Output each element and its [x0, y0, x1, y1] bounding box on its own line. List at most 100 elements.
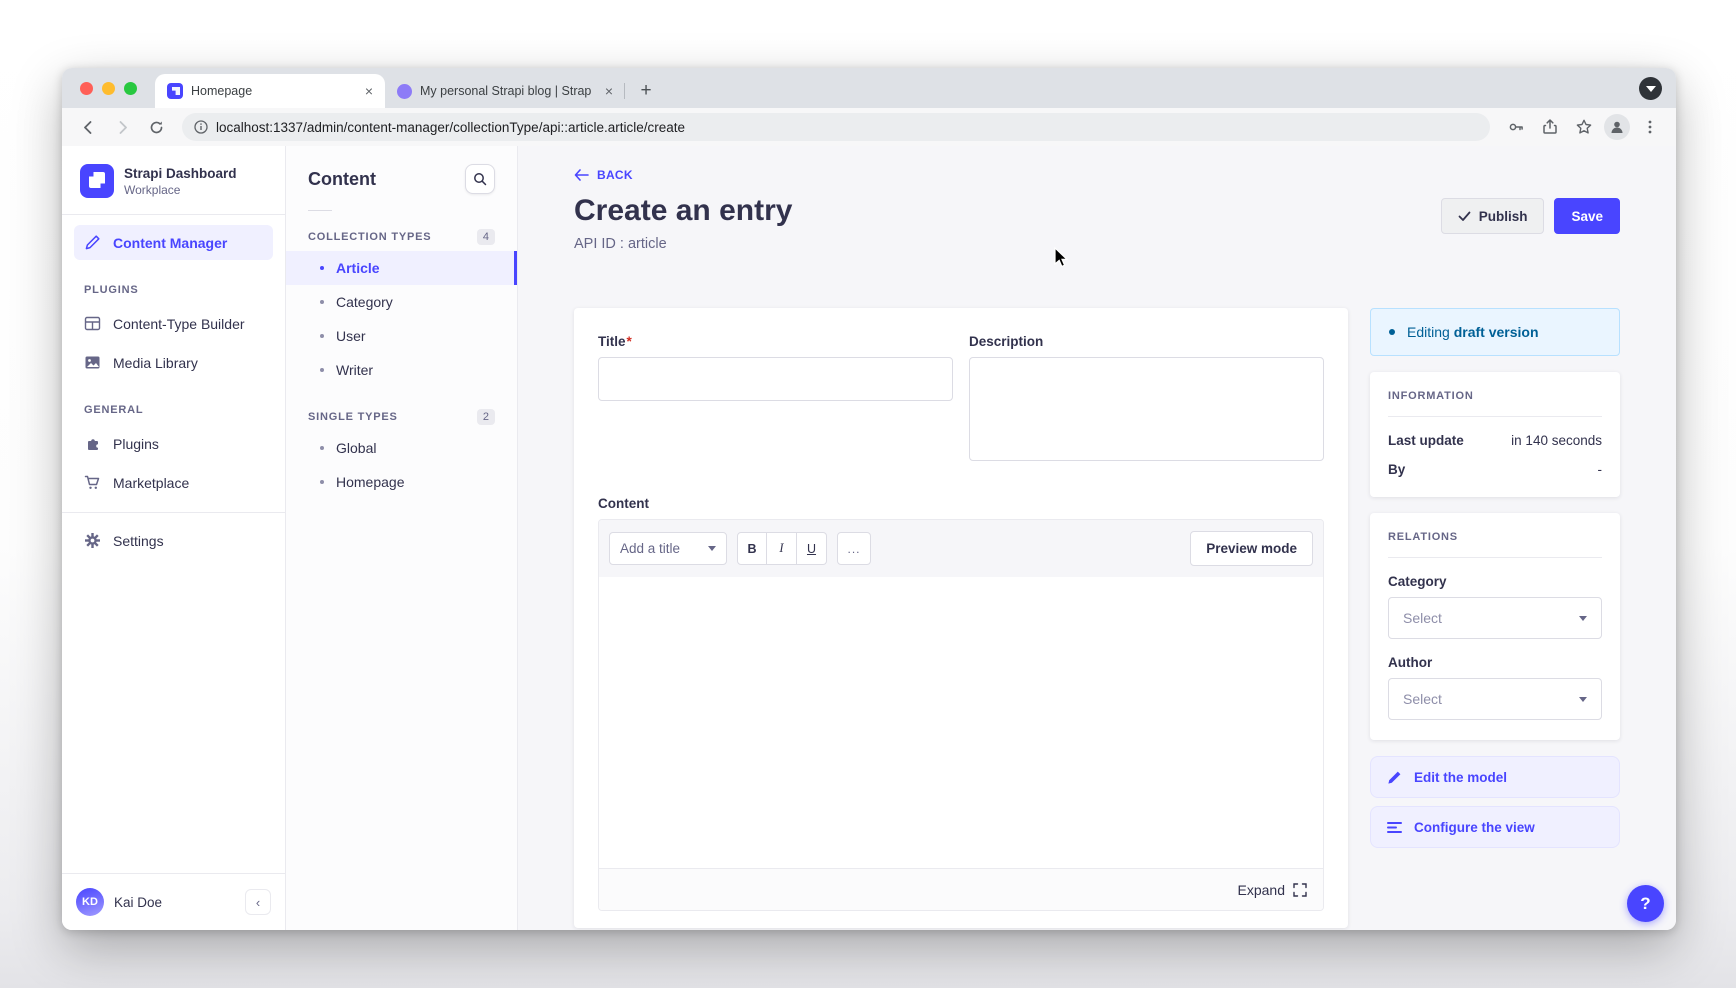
sidebar-item-content-type-builder[interactable]: Content-Type Builder: [74, 306, 273, 341]
content-field-label: Content: [598, 496, 1324, 511]
tab-blog[interactable]: My personal Strapi blog | Strap ×: [385, 74, 625, 108]
title-input[interactable]: [598, 357, 953, 401]
browser-profile-avatar[interactable]: [1604, 114, 1630, 140]
share-icon[interactable]: [1536, 113, 1564, 141]
collection-types-label: COLLECTION TYPES: [308, 231, 431, 243]
tab-title: My personal Strapi blog | Strap: [420, 84, 597, 98]
settings-lines-icon: [1387, 821, 1402, 834]
browser-menu-icon[interactable]: [1636, 113, 1664, 141]
information-title: INFORMATION: [1388, 390, 1602, 402]
by-value: -: [1598, 462, 1603, 477]
richtext-editor: Add a title B I U ... Preview mode: [598, 519, 1324, 911]
collection-types-count: 4: [477, 229, 495, 245]
subnav-item-category[interactable]: Category: [286, 285, 517, 319]
editor-textarea[interactable]: [599, 577, 1323, 868]
check-icon: [1458, 211, 1471, 222]
required-asterisk: *: [627, 334, 632, 349]
author-label: Author: [1388, 655, 1602, 670]
save-button[interactable]: Save: [1554, 198, 1620, 234]
chevron-down-icon: [1579, 616, 1587, 621]
workspace-brand[interactable]: Strapi Dashboard Workplace: [62, 146, 285, 214]
pencil-icon: [1387, 770, 1402, 785]
sidebar-item-media-library[interactable]: Media Library: [74, 345, 273, 380]
relations-title: RELATIONS: [1388, 531, 1602, 543]
entry-form-card: Title* Description Content: [574, 308, 1348, 928]
user-row[interactable]: KD Kai Doe ‹: [62, 873, 285, 930]
mouse-cursor: [1053, 247, 1073, 274]
chevron-down-icon: [708, 546, 716, 551]
close-tab-icon[interactable]: ×: [605, 84, 613, 98]
info-icon[interactable]: [194, 120, 208, 134]
subnav-item-article[interactable]: Article: [286, 251, 517, 285]
last-update-row: Last update in 140 seconds: [1388, 433, 1602, 448]
search-button[interactable]: [465, 164, 495, 194]
more-formats-button[interactable]: ...: [837, 532, 871, 565]
description-textarea[interactable]: [969, 357, 1324, 461]
text-format-group: B I U: [737, 532, 827, 565]
preview-mode-button[interactable]: Preview mode: [1190, 531, 1313, 566]
new-tab-button[interactable]: +: [633, 78, 659, 104]
tab-homepage[interactable]: Homepage ×: [155, 74, 385, 108]
url-bar[interactable]: localhost:1337/admin/content-manager/col…: [182, 113, 1490, 141]
single-types-label: SINGLE TYPES: [308, 411, 398, 423]
back-link[interactable]: BACK: [574, 168, 633, 182]
sidebar-item-label: Content Manager: [113, 235, 227, 251]
arrow-left-icon: [574, 169, 589, 181]
bullet-icon: [320, 368, 324, 372]
relations-card: RELATIONS Category Select Author Select: [1370, 513, 1620, 740]
sidebar-item-label: Content-Type Builder: [113, 316, 245, 332]
configure-view-button[interactable]: Configure the view: [1370, 806, 1620, 848]
sidebar-item-settings[interactable]: Settings: [74, 523, 273, 558]
subnav-item-global[interactable]: Global: [286, 431, 517, 465]
subnav-item-label: Homepage: [336, 474, 405, 490]
expand-button[interactable]: Expand: [1238, 882, 1285, 898]
page-title: Create an entry: [574, 194, 792, 228]
editing-draft-banner: Editing draft version: [1370, 308, 1620, 356]
collapse-sidebar-button[interactable]: ‹: [245, 889, 271, 915]
bookmark-star-icon[interactable]: [1570, 113, 1598, 141]
underline-button[interactable]: U: [797, 532, 827, 565]
by-row: By -: [1388, 462, 1602, 477]
subnav-item-label: Writer: [336, 362, 373, 378]
sidebar-item-content-manager[interactable]: Content Manager: [74, 225, 273, 260]
subnav-item-homepage[interactable]: Homepage: [286, 465, 517, 499]
zoom-window-button[interactable]: [124, 82, 137, 95]
editor-footer: Expand: [599, 868, 1323, 910]
bold-button[interactable]: B: [737, 532, 767, 565]
sidebar-item-label: Settings: [113, 533, 164, 549]
help-button[interactable]: ?: [1627, 885, 1664, 922]
status-dot-icon: [1389, 329, 1395, 335]
information-card: INFORMATION Last update in 140 seconds B…: [1370, 372, 1620, 497]
puzzle-icon: [84, 435, 101, 452]
sidebar-item-plugins[interactable]: Plugins: [74, 426, 273, 461]
back-button[interactable]: [74, 113, 102, 141]
category-select[interactable]: Select: [1388, 597, 1602, 639]
general-section-label: GENERAL: [84, 404, 263, 416]
subnav-item-writer[interactable]: Writer: [286, 353, 517, 387]
sidebar-item-marketplace[interactable]: Marketplace: [74, 465, 273, 500]
close-tab-icon[interactable]: ×: [365, 84, 373, 98]
expand-icon[interactable]: [1293, 883, 1307, 897]
edit-model-button[interactable]: Edit the model: [1370, 756, 1620, 798]
password-key-icon[interactable]: [1502, 113, 1530, 141]
content-subnav: Content COLLECTION TYPES 4 Article Categ…: [286, 146, 518, 930]
tab-search-button[interactable]: [1639, 77, 1662, 100]
browser-window: Homepage × My personal Strapi blog | Str…: [62, 68, 1676, 930]
italic-button[interactable]: I: [767, 532, 797, 565]
strapi-logo: [80, 164, 114, 198]
publish-button[interactable]: Publish: [1441, 198, 1545, 234]
browser-toolbar: localhost:1337/admin/content-manager/col…: [62, 108, 1676, 146]
heading-select[interactable]: Add a title: [609, 532, 727, 565]
bullet-icon: [320, 446, 324, 450]
description-field-label: Description: [969, 334, 1324, 349]
subnav-item-label: Category: [336, 294, 393, 310]
bullet-icon: [320, 300, 324, 304]
forward-button[interactable]: [108, 113, 136, 141]
close-window-button[interactable]: [80, 82, 93, 95]
user-name: Kai Doe: [114, 895, 235, 910]
subnav-item-user[interactable]: User: [286, 319, 517, 353]
author-select[interactable]: Select: [1388, 678, 1602, 720]
subnav-title: Content: [308, 169, 376, 190]
reload-button[interactable]: [142, 113, 170, 141]
minimize-window-button[interactable]: [102, 82, 115, 95]
